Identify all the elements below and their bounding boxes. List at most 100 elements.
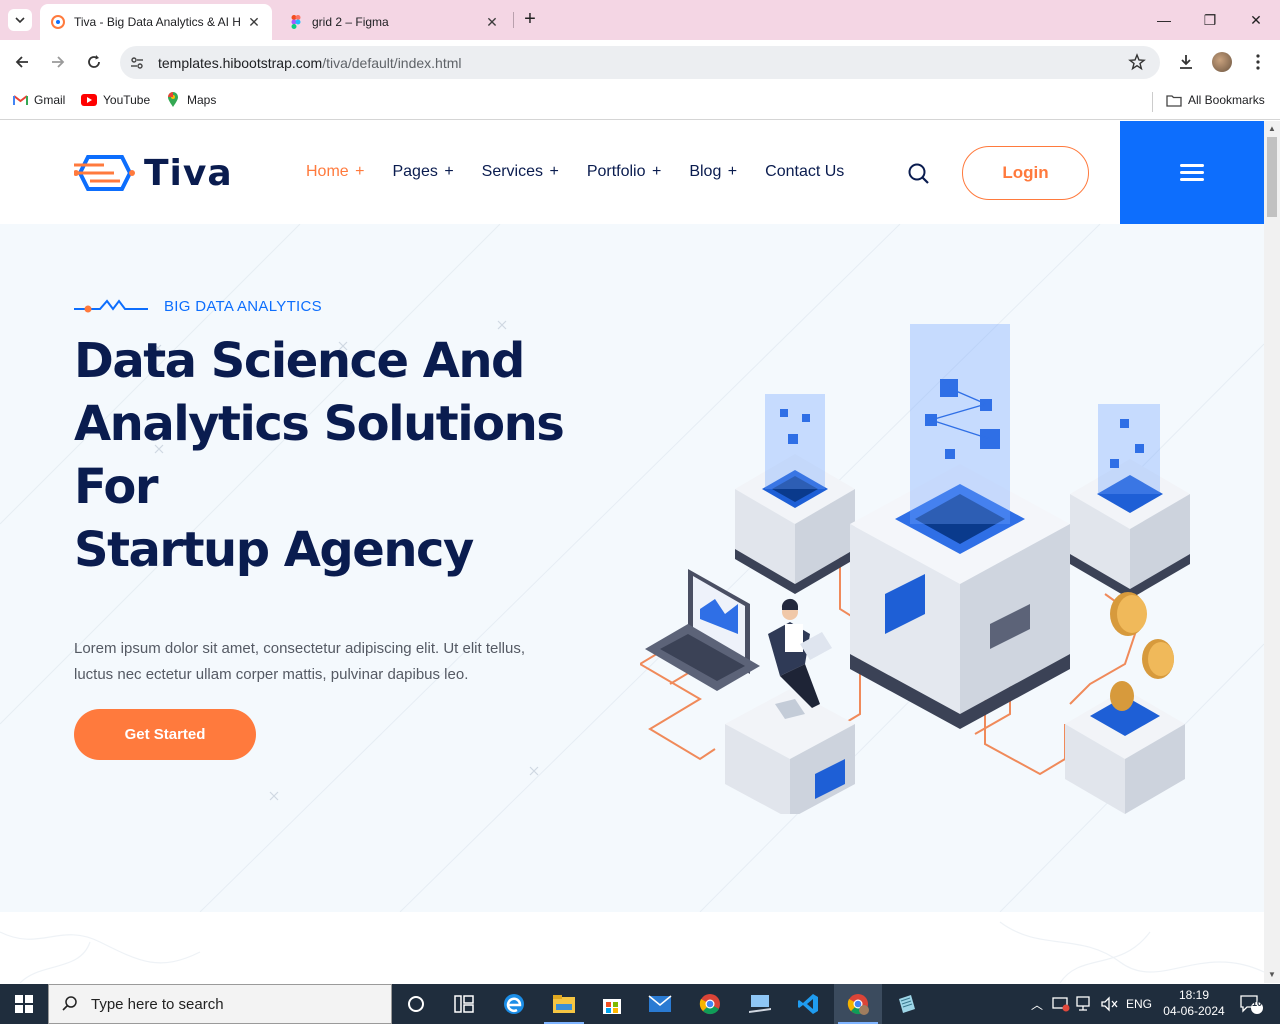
site-header: Tiva Home + Pages + Services + Portfolio… <box>0 121 1264 224</box>
back-icon[interactable] <box>11 51 33 73</box>
network-icon[interactable] <box>1074 984 1096 1024</box>
reload-icon[interactable] <box>83 51 105 73</box>
bookmarks-bar: Gmail YouTube Maps All Bookmarks <box>0 84 1280 120</box>
nav-blog[interactable]: Blog + <box>689 163 737 181</box>
bookmark-star-icon[interactable] <box>1128 53 1146 76</box>
bookmark-label: Gmail <box>34 93 66 107</box>
main-nav: Home + Pages + Services + Portfolio + Bl… <box>306 163 872 181</box>
folder-icon <box>1166 93 1182 107</box>
server-block-right <box>1070 404 1190 599</box>
hero-title-line: Startup Agency <box>74 522 474 578</box>
taskbar-search-box[interactable]: Type here to search <box>48 984 392 1024</box>
chevron-down-icon <box>15 17 25 24</box>
scroll-up-icon[interactable]: ▲ <box>1268 125 1276 133</box>
close-tab-icon[interactable]: ✕ <box>484 14 500 31</box>
nav-portfolio[interactable]: Portfolio + <box>587 163 662 181</box>
tiva-logo-icon <box>74 155 135 191</box>
server-block-left <box>735 394 855 594</box>
tab-separator <box>513 12 514 28</box>
hero-eyebrow-text: BIG DATA ANALYTICS <box>164 297 322 315</box>
new-tab-icon[interactable]: + <box>520 9 540 30</box>
scrollbar-thumb[interactable] <box>1267 137 1277 217</box>
file-explorer-icon[interactable] <box>540 984 588 1024</box>
download-icon[interactable] <box>1175 51 1197 73</box>
tab-title: grid 2 – Figma <box>312 15 389 29</box>
close-tab-icon[interactable]: ✕ <box>246 14 262 31</box>
url-text: templates.hibootstrap.com/tiva/default/i… <box>158 54 462 71</box>
all-bookmarks[interactable]: All Bookmarks <box>1166 93 1265 107</box>
tiva-favicon-icon <box>51 15 65 29</box>
system-clock[interactable]: 18:19 04-06-2024 <box>1158 987 1230 1019</box>
search-icon[interactable] <box>906 161 932 187</box>
hero-title-line: Data Science And <box>74 333 525 389</box>
volume-muted-icon[interactable] <box>1098 984 1120 1024</box>
bookmarks-separator <box>1152 92 1153 112</box>
browser-toolbar: templates.hibootstrap.com/tiva/default/i… <box>0 40 1280 84</box>
vscode-icon[interactable] <box>784 984 832 1024</box>
chrome-icon[interactable] <box>686 984 734 1024</box>
search-icon <box>62 996 77 1011</box>
tab-search-button[interactable] <box>8 9 32 31</box>
clock-time: 18:19 <box>1178 988 1210 1002</box>
nav-contact-us[interactable]: Contact Us <box>765 163 844 181</box>
chrome-profile-icon[interactable] <box>834 984 882 1024</box>
bookmark-label: YouTube <box>103 93 151 107</box>
hero-description-line: luctus nec ectetur ullam corper mattis, … <box>74 666 469 683</box>
tab-tiva[interactable]: Tiva - Big Data Analytics & AI H ✕ <box>40 4 272 40</box>
notification-center-icon[interactable]: 10 <box>1236 984 1266 1024</box>
nav-home[interactable]: Home + <box>306 163 364 181</box>
hero-title-line: Analytics Solutions For <box>74 396 565 515</box>
hamburger-icon <box>1180 160 1204 185</box>
youtube-icon <box>81 93 97 107</box>
minimize-icon[interactable]: — <box>1152 8 1176 32</box>
remote-desktop-icon[interactable] <box>736 984 784 1024</box>
store-icon[interactable] <box>588 984 636 1024</box>
edge-icon[interactable] <box>490 984 538 1024</box>
security-alert-icon[interactable] <box>1050 984 1072 1024</box>
maps-icon <box>165 92 181 107</box>
brand-name: Tiva <box>144 152 233 194</box>
hamburger-menu-button[interactable] <box>1120 121 1264 224</box>
nav-pages[interactable]: Pages + <box>392 163 453 181</box>
windows-start-icon[interactable] <box>0 984 48 1024</box>
notification-count: 10 <box>1252 998 1263 1008</box>
address-bar[interactable]: templates.hibootstrap.com/tiva/default/i… <box>120 46 1160 79</box>
bookmark-label: Maps <box>187 93 217 107</box>
mail-icon[interactable] <box>636 984 684 1024</box>
restore-icon[interactable]: ❐ <box>1198 8 1222 32</box>
bookmark-youtube[interactable]: YouTube <box>81 93 150 107</box>
data-center-illustration <box>640 324 1190 814</box>
next-section <box>0 912 1264 983</box>
notepad-app-icon[interactable] <box>882 984 930 1024</box>
nav-services[interactable]: Services + <box>482 163 559 181</box>
page-viewport: Tiva Home + Pages + Services + Portfolio… <box>0 121 1264 983</box>
browser-tab-strip: Tiva - Big Data Analytics & AI H ✕ grid … <box>0 0 1280 40</box>
cortana-icon[interactable] <box>392 984 440 1024</box>
bookmark-gmail[interactable]: Gmail <box>12 93 65 107</box>
login-button[interactable]: Login <box>962 146 1089 200</box>
figma-icon <box>291 15 301 29</box>
bookmark-maps[interactable]: Maps <box>165 92 217 107</box>
all-bookmarks-label: All Bookmarks <box>1188 93 1265 107</box>
language-indicator[interactable]: ENG <box>1122 984 1156 1024</box>
get-started-button[interactable]: Get Started <box>74 709 256 760</box>
forward-icon[interactable] <box>47 51 69 73</box>
site-logo[interactable]: Tiva <box>74 151 233 195</box>
show-hidden-icons[interactable]: ︿ <box>1028 984 1046 1024</box>
hero-title: Data Science And Analytics Solutions For… <box>74 330 654 582</box>
page-scrollbar[interactable]: ▲ ▼ <box>1264 121 1280 983</box>
decorative-lines-pattern <box>0 921 1264 983</box>
hero-section: BIG DATA ANALYTICS Data Science And Anal… <box>0 224 1264 912</box>
tab-title: Tiva - Big Data Analytics & AI H <box>74 15 241 29</box>
scroll-down-icon[interactable]: ▼ <box>1268 971 1276 979</box>
close-window-icon[interactable]: ✕ <box>1244 8 1268 32</box>
task-view-icon[interactable] <box>440 984 488 1024</box>
clock-date: 04-06-2024 <box>1163 1004 1225 1018</box>
tab-figma[interactable]: grid 2 – Figma ✕ <box>278 4 510 40</box>
profile-avatar[interactable] <box>1211 51 1233 73</box>
hero-eyebrow: BIG DATA ANALYTICS <box>74 297 322 315</box>
server-block-center <box>850 324 1070 729</box>
browser-menu-icon[interactable] <box>1247 51 1269 73</box>
site-info-icon[interactable] <box>128 54 146 72</box>
laptop <box>645 569 760 691</box>
